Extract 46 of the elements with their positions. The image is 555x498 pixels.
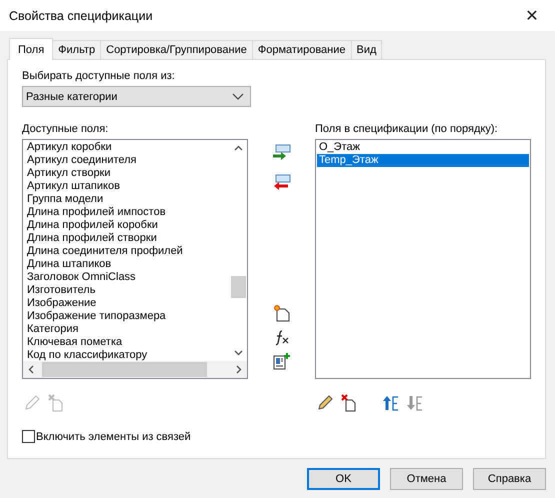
close-button[interactable]: ✕ (509, 0, 555, 31)
list-item[interactable]: Длина профилей импостов (26, 206, 230, 219)
dialog-button[interactable]: Справка (473, 468, 546, 490)
list-item[interactable]: Категория (26, 323, 230, 336)
scrollbar-thumb[interactable] (42, 362, 207, 377)
available-fields-label: Доступные поля: (22, 123, 110, 135)
list-item[interactable]: Длина штапиков (26, 258, 230, 271)
remove-field-icon[interactable] (272, 173, 292, 193)
chevron-down-icon (232, 92, 244, 100)
scroll-left-icon[interactable] (28, 365, 34, 374)
list-item[interactable]: О_Этаж (317, 141, 529, 154)
scrollbar-thumb[interactable] (231, 276, 246, 298)
list-item[interactable]: Группа модели (26, 193, 230, 206)
list-item[interactable]: Длина профилей коробки (26, 219, 230, 232)
list-item[interactable]: Заголовок OmniClass (26, 271, 230, 284)
tab[interactable]: Поля (9, 38, 54, 60)
new-parameter-icon[interactable] (272, 303, 292, 323)
list-item[interactable]: Temp_Этаж (317, 154, 529, 167)
scheduled-fields-list[interactable]: О_Этаж Temp_Этаж (315, 139, 531, 379)
checkbox[interactable] (22, 430, 35, 443)
scroll-right-icon[interactable] (236, 365, 242, 374)
checkbox-label: Включить элементы из связей (36, 430, 191, 442)
list-item[interactable]: Длина соединителя профилей (26, 245, 230, 258)
dialog-button[interactable]: Отмена (390, 468, 463, 490)
available-fields-list[interactable] (22, 139, 248, 379)
tab[interactable]: Вид (350, 40, 382, 59)
list-item[interactable]: Изображение типоразмера (26, 310, 230, 323)
category-dropdown[interactable]: Разные категории (22, 86, 251, 107)
source-label: Выбирать доступные поля из: (22, 70, 176, 82)
scroll-up-icon[interactable] (234, 145, 243, 151)
list-item[interactable]: Изготовитель (26, 284, 230, 297)
combine-parameters-icon[interactable] (272, 351, 292, 371)
window-title: Свойства спецификации (9, 8, 153, 22)
list-item[interactable]: Изображение (26, 297, 230, 310)
list-item[interactable]: Артикул коробки (26, 141, 230, 154)
add-field-icon[interactable] (272, 143, 292, 163)
scheduled-fields-label: Поля в спецификации (по порядку): (315, 123, 499, 135)
list-item[interactable]: Артикул штапиков (26, 180, 230, 193)
scroll-down-icon[interactable] (234, 350, 243, 356)
list-item[interactable]: Ключевая пометка (26, 336, 230, 349)
horizontal-scrollbar[interactable] (23, 361, 247, 378)
list-item[interactable]: Код по классификатору (26, 349, 230, 361)
dialog-button[interactable]: OK (307, 468, 380, 490)
list-item[interactable]: Артикул створки (26, 167, 230, 180)
list-item[interactable]: Артикул соединителя (26, 154, 230, 167)
list-item[interactable]: Длина профилей створки (26, 232, 230, 245)
